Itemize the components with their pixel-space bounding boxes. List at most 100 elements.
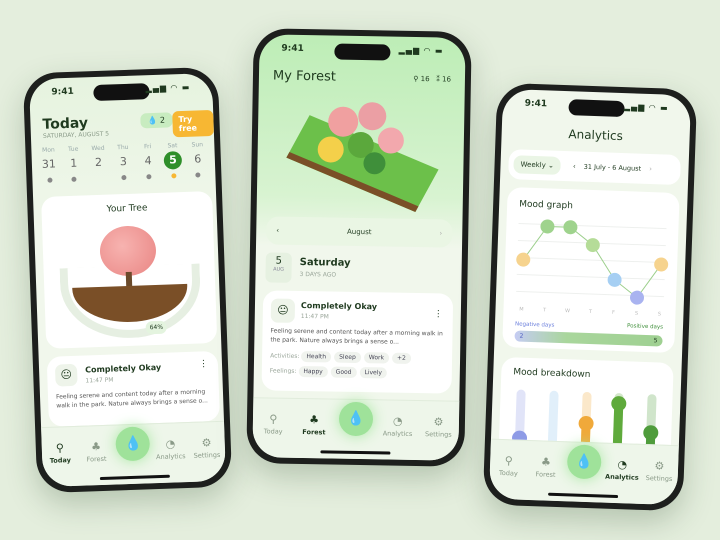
- tag-chip[interactable]: Health: [301, 351, 332, 363]
- mood-point[interactable]: [630, 290, 645, 305]
- tree-progress-value: 64%: [145, 320, 168, 335]
- tab-analytics[interactable]: ◔ Analytics: [154, 437, 187, 461]
- day-month: AUG: [273, 266, 285, 273]
- next-range-button[interactable]: ›: [649, 165, 652, 173]
- tab-forest[interactable]: ♣ Forest: [298, 413, 330, 437]
- day-number: 1: [69, 156, 78, 170]
- prev-month-button[interactable]: ‹: [276, 227, 279, 235]
- tab-settings[interactable]: ⚙ Settings: [643, 459, 676, 483]
- forest-icon: ♣: [540, 455, 552, 469]
- tab-forest[interactable]: ♣ Forest: [529, 455, 562, 479]
- tree-count: 16: [420, 75, 430, 84]
- day-tick-label: S: [635, 311, 638, 317]
- your-tree-card: Your Tree 64%: [41, 190, 218, 349]
- add-entry-drop-button[interactable]: 💧: [115, 426, 151, 462]
- weekday-label: Wed: [91, 144, 105, 153]
- pie-chart-icon: ◔: [617, 458, 628, 472]
- next-month-button[interactable]: ›: [439, 229, 442, 237]
- tab-analytics[interactable]: ◔ Analytics: [381, 414, 413, 438]
- tab-label: Analytics: [382, 429, 413, 438]
- mood-dot-icon: [97, 176, 102, 181]
- phone-analytics: 9:41 ▂▄▆ ◠ ▬ Analytics Weekly ⌄ ‹ 31 July…: [482, 82, 698, 512]
- week-day-wed[interactable]: Wed 2: [87, 145, 110, 182]
- drops-badge[interactable]: 💧 2: [140, 112, 173, 129]
- tab-today[interactable]: ⚲ Today: [44, 441, 77, 465]
- week-day-tue[interactable]: Tue 1: [62, 145, 85, 182]
- tab-settings[interactable]: ⚙ Settings: [422, 415, 454, 439]
- tab-today[interactable]: ⚲ Today: [257, 412, 289, 436]
- forest-stats: ⚲ 16 ⁑ 16: [413, 75, 451, 84]
- day-number: 6: [194, 152, 202, 166]
- tab-forest[interactable]: ♣ Forest: [80, 440, 113, 464]
- weekday-label: Sun: [191, 141, 204, 149]
- weekday-label: Thu: [117, 143, 129, 152]
- tab-label: Analytics: [155, 452, 186, 462]
- week-day-mon[interactable]: Mon 31: [37, 146, 60, 183]
- add-entry-drop-button[interactable]: 💧: [566, 444, 602, 480]
- neutral-face-icon: 😐: [54, 363, 78, 387]
- prev-range-button[interactable]: ‹: [573, 162, 576, 170]
- journal-entry-card[interactable]: 😐 Completely Okay 11:47 PM ⋮ Feeling ser…: [261, 290, 454, 394]
- page-title: Analytics: [568, 127, 624, 144]
- tab-label: Today: [49, 456, 72, 465]
- day-number: 5: [275, 255, 283, 267]
- mood-point[interactable]: [585, 238, 600, 253]
- week-day-sun[interactable]: Sun 6: [186, 141, 209, 178]
- tab-label: Settings: [424, 430, 452, 439]
- pie-chart-icon: ◔: [165, 437, 176, 451]
- day-number: 31: [41, 157, 57, 171]
- tab-label: Analytics: [604, 472, 639, 482]
- journal-entry-card[interactable]: 😐 Completely Okay 11:47 PM ⋮ Feeling ser…: [46, 350, 220, 427]
- more-options-icon[interactable]: ⋮: [434, 309, 443, 319]
- tree-icon: ⚲: [269, 412, 278, 426]
- tag-chip[interactable]: Lively: [359, 367, 388, 379]
- mood-breakdown-title: Mood breakdown: [513, 367, 591, 381]
- tab-settings[interactable]: ⚙ Settings: [190, 436, 223, 460]
- tag-chip[interactable]: Happy: [298, 365, 328, 378]
- tab-today[interactable]: ⚲ Today: [492, 454, 525, 478]
- positive-count: 5: [653, 337, 658, 345]
- feelings-row: Feelings: Happy Good Lively: [270, 365, 390, 379]
- tab-analytics[interactable]: ◔ Analytics: [604, 458, 639, 482]
- mood-point[interactable]: [540, 219, 555, 234]
- weekday-label: Fri: [143, 143, 152, 151]
- more-options-icon[interactable]: ⋮: [199, 359, 208, 369]
- day-number: 2: [94, 155, 103, 170]
- mood-ratio-bar: 25: [514, 330, 663, 347]
- signal-wifi-battery-icon: ▂▄▆ ◠ ▬: [398, 45, 444, 56]
- week-day-thu[interactable]: Thu 3: [112, 144, 135, 181]
- tag-chip[interactable]: Good: [330, 366, 357, 378]
- date-subtitle: SATURDAY, AUGUST 5: [42, 130, 110, 140]
- day-tick-label: T: [588, 309, 593, 315]
- mood-point[interactable]: [654, 257, 669, 272]
- day-tick-label: T: [542, 307, 547, 313]
- tab-label: Settings: [193, 450, 221, 460]
- phone-forest: 9:41 ▂▄▆ ◠ ▬ My Forest ⚲ 16 ⁑ 16 ‹ August ›…: [246, 28, 472, 467]
- week-day-fri[interactable]: Fri 4: [137, 143, 160, 180]
- try-free-button[interactable]: Try free: [172, 109, 215, 138]
- tag-chip[interactable]: +2: [391, 352, 411, 364]
- add-entry-drop-button[interactable]: 💧: [338, 401, 374, 437]
- entry-time: 11:47 PM: [300, 312, 329, 321]
- mood-dot-icon: [170, 173, 177, 179]
- entry-mood: Completely Okay: [84, 362, 162, 375]
- tag-chip[interactable]: Work: [363, 352, 390, 364]
- week-day-sat[interactable]: Sat 5: [161, 142, 184, 179]
- tab-label: Today: [498, 468, 518, 478]
- tab-label: Today: [263, 427, 283, 436]
- mood-point[interactable]: [607, 272, 622, 287]
- mood-dot-icon: [121, 174, 127, 181]
- mood-point[interactable]: [563, 220, 578, 235]
- mood-dot-icon: [146, 174, 152, 180]
- negative-days-label: Negative days: [514, 321, 555, 329]
- status-time: 9:41: [281, 43, 304, 55]
- period-bar: Weekly ⌄ ‹ 31 July - 6 August ›: [508, 149, 682, 186]
- week-strip: Mon 31 Tue 1 Wed 2 Thu 3 Fri 4 Sat 5 Sun…: [37, 141, 209, 183]
- mood-graph-title: Mood graph: [519, 199, 574, 212]
- day-number: 5: [163, 151, 183, 170]
- mood-dot-icon: [71, 176, 77, 182]
- status-time: 9:41: [51, 86, 74, 98]
- tag-chip[interactable]: Sleep: [334, 351, 361, 364]
- mood-point[interactable]: [516, 252, 531, 267]
- period-dropdown[interactable]: Weekly ⌄: [513, 155, 562, 175]
